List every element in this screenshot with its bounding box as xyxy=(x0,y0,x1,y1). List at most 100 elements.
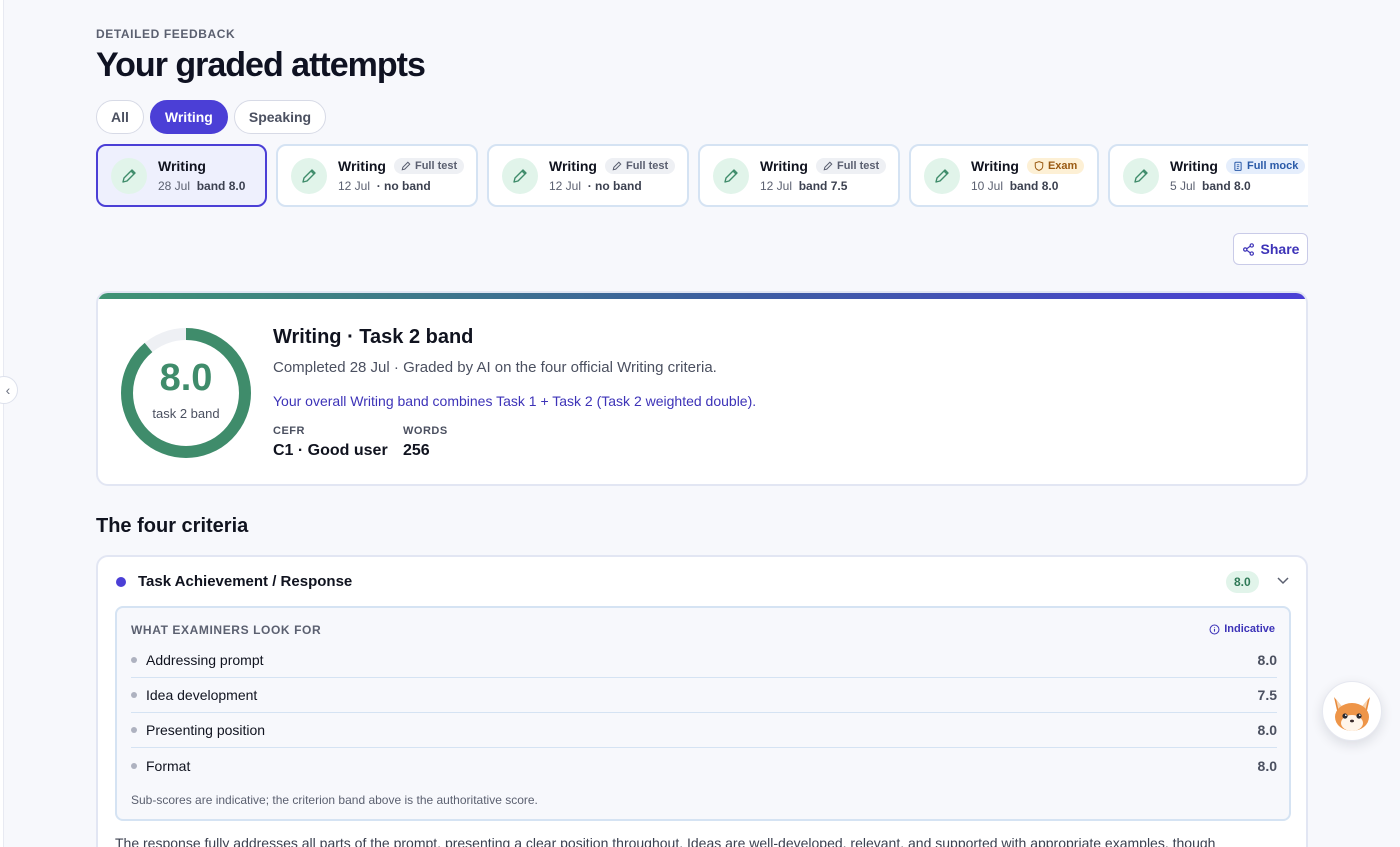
attempt-date: 12 Jul xyxy=(338,179,371,193)
attempt-tag: Exam xyxy=(1026,158,1085,174)
indicative-text: Indicative xyxy=(1224,623,1275,635)
attempt-tag: Full test xyxy=(393,158,465,174)
attempt-band: band 7.5 xyxy=(798,179,848,193)
attempt-card[interactable]: Writing Full test 12 Jul · no band xyxy=(276,144,478,207)
chevron-left-icon: ‹ xyxy=(5,382,11,398)
subscore-name: Format xyxy=(146,757,191,774)
filter-pills: All Writing Speaking xyxy=(96,100,327,134)
attempt-band: · no band xyxy=(587,179,642,193)
clipboard-icon xyxy=(1234,161,1242,171)
subscore-bullet xyxy=(131,657,137,663)
subscore-bullet xyxy=(131,727,137,733)
score-subtitle: Completed 28 Jul · Graded by AI on the f… xyxy=(273,359,717,376)
attempt-tag-label: Full test xyxy=(836,160,880,172)
subscore-name: Idea development xyxy=(146,687,258,703)
subscore-row: Addressing prompt 8.0 xyxy=(131,643,1277,678)
subscore-row: Idea development 7.5 xyxy=(131,678,1277,713)
criterion-dot xyxy=(116,577,126,587)
pencil-icon xyxy=(401,161,411,171)
attempt-card[interactable]: Writing Full mock 5 Jul band 8.0 xyxy=(1108,144,1308,207)
criterion-band-badge: 8.0 xyxy=(1226,571,1259,593)
pencil-icon xyxy=(111,157,147,194)
page-eyebrow: DETAILED FEEDBACK xyxy=(96,27,236,41)
subscore-bullet xyxy=(131,762,137,769)
attempts-carousel: Writing 28 Jul band 8.0 Writing Full tes… xyxy=(96,144,1308,208)
pencil-icon xyxy=(1123,157,1159,194)
subscore-note: Sub-scores are indicative; the criterion… xyxy=(131,793,538,807)
attempt-card[interactable]: Writing Full test 12 Jul · no band xyxy=(487,144,689,207)
examiners-box: WHAT EXAMINERS LOOK FOR Indicative Addre… xyxy=(115,606,1291,821)
attempt-date: 5 Jul xyxy=(1170,179,1196,193)
indicative-label: Indicative xyxy=(1209,623,1275,635)
attempt-band: band 8.0 xyxy=(1009,179,1059,193)
subscore-row: Presenting position 8.0 xyxy=(131,713,1277,748)
score-card-accent-bar xyxy=(98,293,1306,299)
score-title: Writing · Task 2 band xyxy=(273,326,474,348)
score-note: Your overall Writing band combines Task … xyxy=(273,393,757,409)
attempt-title: Writing xyxy=(338,158,386,174)
attempt-band: band 8.0 xyxy=(1202,179,1251,193)
pencil-icon xyxy=(713,157,749,194)
filter-writing[interactable]: Writing xyxy=(149,100,228,134)
attempt-tag-label: Full mock xyxy=(1246,160,1299,172)
subscore-value: 7.5 xyxy=(1257,687,1277,703)
chevron-down-icon[interactable] xyxy=(1274,571,1292,591)
attempt-date: 10 Jul xyxy=(971,179,1004,193)
page-title: Your graded attempts xyxy=(96,46,426,84)
attempt-tag: Full mock xyxy=(1225,158,1306,174)
pencil-icon xyxy=(502,157,538,194)
subscore-value: 8.0 xyxy=(1257,722,1277,738)
share-label: Share xyxy=(1260,241,1300,257)
attempt-card[interactable]: Writing Exam 10 Jul band 8.0 xyxy=(909,144,1099,207)
attempt-tag: Full test xyxy=(604,158,676,174)
attempt-tag: Full test xyxy=(815,158,887,174)
subscore-row: Format 8.0 xyxy=(131,748,1277,783)
attempt-title: Writing xyxy=(1170,158,1218,174)
sidebar-toggle-button[interactable]: ‹ xyxy=(0,376,18,404)
shield-icon xyxy=(1034,161,1044,171)
attempt-tag-label: Full test xyxy=(414,160,458,172)
attempt-title: Writing xyxy=(549,158,597,174)
attempt-title: Writing xyxy=(760,158,808,174)
attempt-date: 12 Jul xyxy=(760,179,793,193)
subscore-name: Addressing prompt xyxy=(146,652,264,668)
attempt-tag-label: Exam xyxy=(1047,160,1078,172)
subscore-bullet xyxy=(131,692,137,698)
pencil-icon xyxy=(823,161,833,171)
subscore-value: 8.0 xyxy=(1257,757,1277,774)
examiners-header: WHAT EXAMINERS LOOK FOR xyxy=(131,623,322,637)
attempt-band: · no band xyxy=(376,179,431,193)
band-value: 8.0 xyxy=(159,357,213,399)
subscore-name: Presenting position xyxy=(146,722,266,738)
fox-assistant-button[interactable] xyxy=(1322,681,1382,741)
band-value-label: task 2 band xyxy=(152,406,220,421)
info-icon xyxy=(1209,624,1220,634)
filter-all[interactable]: All xyxy=(96,100,144,134)
words-value: 256 xyxy=(403,442,430,459)
attempt-title: Writing xyxy=(971,158,1019,174)
score-card: 8.0 task 2 band Writing · Task 2 band Co… xyxy=(96,291,1308,486)
attempt-card[interactable]: Writing 28 Jul band 8.0 xyxy=(96,144,267,207)
pencil-icon xyxy=(924,157,960,194)
left-rail xyxy=(0,0,4,847)
fox-icon xyxy=(1334,697,1370,731)
share-button[interactable]: Share xyxy=(1233,233,1308,265)
attempt-date: 12 Jul xyxy=(549,179,582,193)
words-label: WORDS xyxy=(403,425,448,437)
filter-speaking[interactable]: Speaking xyxy=(233,100,327,134)
cefr-value: C1 · Good user xyxy=(273,442,388,459)
cefr-label: CEFR xyxy=(273,425,305,437)
attempt-card[interactable]: Writing Full test 12 Jul band 7.5 xyxy=(698,144,900,207)
attempt-tag-label: Full test xyxy=(625,160,669,172)
criteria-section-title: The four criteria xyxy=(96,515,249,537)
criterion-description: The response fully addresses all parts o… xyxy=(115,835,1216,847)
pencil-icon xyxy=(612,161,622,171)
attempt-band: band 8.0 xyxy=(196,179,246,193)
pencil-icon xyxy=(291,157,327,194)
share-icon xyxy=(1242,242,1254,256)
subscore-value: 8.0 xyxy=(1257,652,1277,668)
attempt-title: Writing xyxy=(158,158,206,174)
criterion-name[interactable]: Task Achievement / Response xyxy=(138,573,352,590)
criterion-card: Task Achievement / Response 8.0 WHAT EXA… xyxy=(96,555,1308,847)
attempt-date: 28 Jul xyxy=(158,179,191,193)
